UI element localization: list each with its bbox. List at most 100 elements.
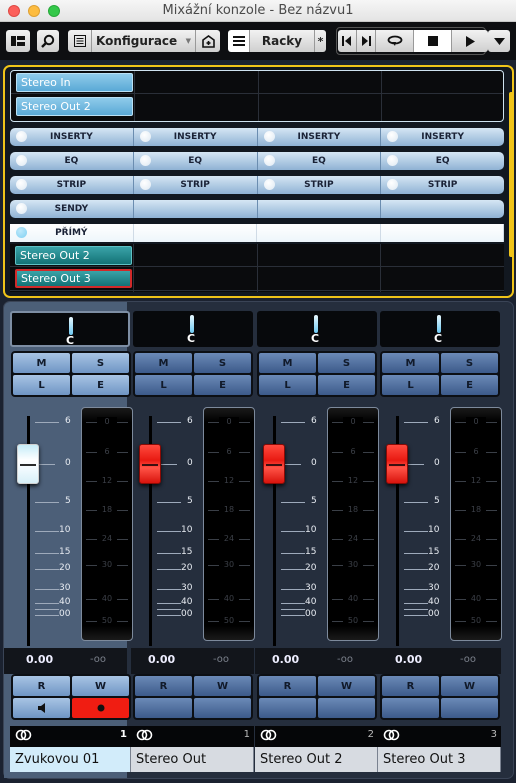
stop-button[interactable] (414, 30, 452, 52)
rack-cell-strip[interactable]: STRIP (258, 176, 382, 194)
channel-name[interactable]: Stereo Out 2 (255, 747, 378, 772)
rack-toggle-led[interactable] (139, 179, 151, 190)
go-to-end-button[interactable] (357, 30, 376, 52)
rack-cell-sends[interactable]: SENDY (10, 200, 134, 218)
listen-button[interactable]: L (382, 375, 439, 395)
link-icon[interactable] (136, 729, 154, 741)
volume-value[interactable]: 0.00 (272, 653, 299, 666)
store-config-button[interactable] (196, 30, 220, 52)
configuration-dropdown[interactable]: Konfigurace ▼ (92, 30, 196, 52)
search-button[interactable] (37, 30, 59, 52)
listen-button[interactable]: L (259, 375, 316, 395)
rack-toggle-led[interactable] (16, 179, 27, 190)
rack-cell-strip[interactable]: STRIP (10, 176, 134, 194)
listen-button[interactable]: L (13, 375, 70, 395)
mute-button[interactable]: M (382, 353, 439, 373)
rack-cell-eq[interactable]: EQ (134, 152, 258, 170)
edit-button[interactable]: E (441, 375, 498, 395)
rack-cell-direct[interactable] (381, 224, 504, 242)
output-routing-slot[interactable]: Stereo Out 2 (15, 246, 132, 265)
rack-toggle-led[interactable] (139, 155, 151, 166)
input-routing-slot[interactable]: Stereo Out 2 (16, 97, 133, 116)
rack-toggle-led[interactable] (139, 131, 151, 142)
volume-value[interactable]: 0.00 (395, 653, 422, 666)
racks-pin-button[interactable]: * (315, 30, 326, 52)
edit-button[interactable]: E (318, 375, 375, 395)
rack-toggle-led[interactable] (263, 155, 275, 166)
channel-name[interactable]: Zvukovou 01 (10, 747, 131, 772)
rack-cell-direct[interactable]: PŘÍMÝ (10, 224, 134, 242)
solo-button[interactable]: S (441, 353, 498, 373)
rack-cell-strip[interactable]: STRIP (134, 176, 258, 194)
rack-cell-inserts[interactable]: INSERTY (134, 128, 258, 146)
channel-name[interactable]: Stereo Out (131, 747, 254, 772)
volume-value[interactable]: 0.00 (148, 653, 175, 666)
write-automation-button[interactable]: W (194, 676, 251, 696)
go-to-start-button[interactable] (338, 30, 357, 52)
window-layout-button[interactable] (6, 30, 30, 52)
rack-cell-inserts[interactable]: INSERTY (381, 128, 504, 146)
input-routing-slot[interactable]: Stereo In (16, 73, 133, 92)
rack-toggle-led[interactable] (263, 179, 275, 190)
mute-button[interactable]: M (13, 353, 70, 373)
record-enable-button[interactable] (194, 698, 251, 718)
pan-control[interactable]: C (133, 311, 253, 347)
rack-toggle-led[interactable] (16, 131, 27, 142)
volume-fader-handle[interactable] (17, 444, 39, 484)
cycle-button[interactable] (376, 30, 414, 52)
write-automation-button[interactable]: W (318, 676, 375, 696)
rack-toggle-led[interactable] (387, 155, 399, 166)
listen-button[interactable]: L (135, 375, 192, 395)
rack-toggle-led[interactable] (263, 131, 275, 142)
more-options-button[interactable] (488, 30, 510, 52)
record-enable-button[interactable] (72, 698, 129, 718)
read-automation-button[interactable]: R (135, 676, 192, 696)
play-button[interactable] (452, 30, 488, 52)
read-automation-button[interactable]: R (13, 676, 70, 696)
link-icon[interactable] (383, 729, 401, 741)
rack-toggle-led[interactable] (16, 203, 27, 214)
link-icon[interactable] (260, 729, 278, 741)
rack-cell-strip[interactable]: STRIP (381, 176, 504, 194)
rack-cell-eq[interactable]: EQ (258, 152, 382, 170)
read-automation-button[interactable]: R (382, 676, 439, 696)
edit-button[interactable]: E (72, 375, 129, 395)
monitor-button[interactable] (13, 698, 70, 718)
output-routing-slot-selected[interactable]: Stereo Out 3 (15, 269, 132, 288)
channel-name[interactable]: Stereo Out 3 (378, 747, 501, 772)
volume-value[interactable]: 0.00 (26, 653, 53, 666)
record-enable-button[interactable] (318, 698, 375, 718)
monitor-button[interactable] (382, 698, 439, 718)
mute-button[interactable]: M (135, 353, 192, 373)
edit-button[interactable]: E (194, 375, 251, 395)
volume-fader-handle[interactable] (386, 444, 408, 484)
monitor-button[interactable] (135, 698, 192, 718)
rack-cell-inserts[interactable]: INSERTY (258, 128, 382, 146)
write-automation-button[interactable]: W (441, 676, 498, 696)
volume-fader-handle[interactable] (263, 444, 285, 484)
peak-value[interactable]: -oo (213, 654, 229, 665)
rack-toggle-led[interactable] (16, 155, 27, 166)
rack-cell-sends[interactable] (258, 200, 382, 218)
peak-value[interactable]: -oo (337, 654, 353, 665)
peak-value[interactable]: -oo (90, 654, 106, 665)
mute-button[interactable]: M (259, 353, 316, 373)
rack-menu-button[interactable] (228, 30, 250, 52)
write-automation-button[interactable]: W (72, 676, 129, 696)
monitor-button[interactable] (259, 698, 316, 718)
solo-button[interactable]: S (194, 353, 251, 373)
read-automation-button[interactable]: R (259, 676, 316, 696)
rack-toggle-led[interactable] (387, 131, 399, 142)
record-enable-button[interactable] (441, 698, 498, 718)
rack-cell-direct[interactable] (134, 224, 257, 242)
rack-cell-direct[interactable] (257, 224, 381, 242)
solo-button[interactable]: S (318, 353, 375, 373)
config-list-button[interactable] (68, 30, 92, 52)
rack-cell-inserts[interactable]: INSERTY (10, 128, 134, 146)
link-icon[interactable] (15, 729, 33, 741)
rack-toggle-led[interactable] (16, 227, 27, 238)
rack-scrollbar[interactable] (509, 92, 514, 257)
solo-button[interactable]: S (72, 353, 129, 373)
volume-fader-handle[interactable] (139, 444, 161, 484)
rack-cell-sends[interactable] (134, 200, 258, 218)
